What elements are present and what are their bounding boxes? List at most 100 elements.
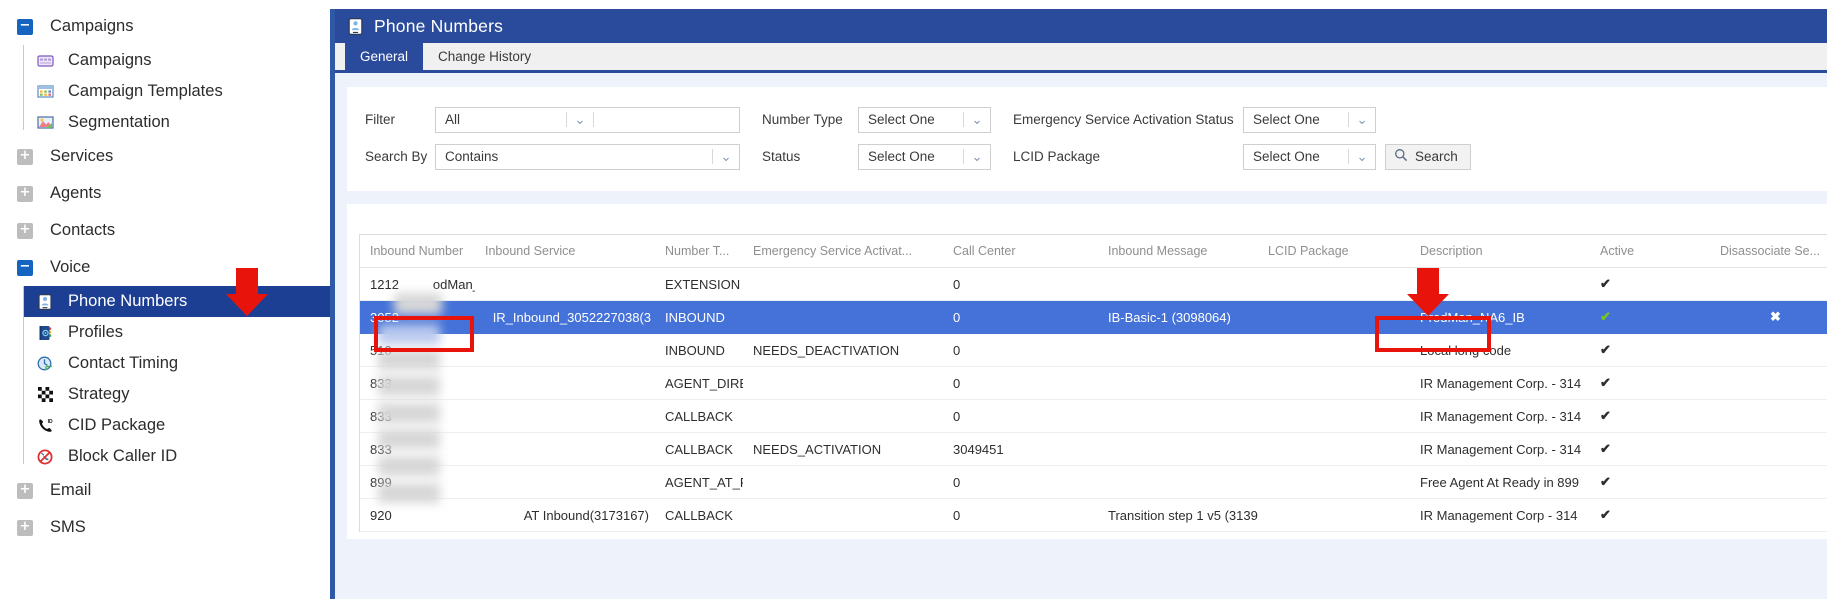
page-title: Phone Numbers (374, 15, 504, 36)
table-row[interactable]: 3052 IR_Inbound_3052227038(3 INBOUND 0 I… (360, 300, 1827, 334)
cell-description: Local long code (1410, 333, 1590, 367)
minus-icon[interactable]: − (17, 259, 33, 276)
cell-lcid-package (1258, 432, 1410, 466)
sidebar-group-agents[interactable]: + Agents (0, 175, 330, 212)
cell-description (1410, 267, 1590, 301)
lcid-package-select[interactable]: Select One ⌄ (1243, 143, 1376, 170)
search-button-label: Search (1415, 149, 1458, 164)
cell-disassociate[interactable] (1710, 432, 1827, 466)
table-row[interactable]: 833 CALLBACK NEEDS_ACTIVATION 3049451 IR… (360, 432, 1827, 466)
cell-active: ✔ (1590, 333, 1710, 367)
nav-group-voice: − Voice Phone Numbers Profiles Contact T… (0, 249, 330, 472)
filter-select[interactable]: All ⌄ (435, 106, 740, 133)
sidebar-group-contacts[interactable]: + Contacts (0, 212, 330, 249)
sidebar-item-label: Profiles (68, 323, 124, 341)
plus-icon[interactable]: + (17, 482, 33, 499)
cell-inbound-message (1098, 399, 1258, 433)
table-row[interactable]: 833 CALLBACK 0 IR Management Corp. - 314… (360, 399, 1827, 433)
cell-inbound-message: IB-Basic-1 (3098064) (1098, 300, 1258, 334)
sidebar-item-campaign-templates[interactable]: Campaign Templates (24, 76, 330, 107)
col-lcid-package[interactable]: LCID Package (1258, 235, 1410, 268)
filter-row-2: Search By Contains ⌄ Status Select One ⌄ (347, 138, 1827, 175)
col-active[interactable]: Active (1590, 235, 1710, 268)
table-row[interactable]: 510 INBOUND NEEDS_DEACTIVATION 0 Local l… (360, 333, 1827, 367)
col-disassociate[interactable]: Disassociate Se... (1710, 235, 1827, 268)
col-description[interactable]: Description (1410, 235, 1590, 268)
search-by-value: Contains (445, 149, 499, 164)
sidebar-item-label: Segmentation (68, 113, 170, 131)
cell-disassociate[interactable] (1710, 399, 1827, 433)
chevron-down-icon[interactable]: ⌄ (1349, 112, 1375, 128)
phone-card-icon (347, 17, 364, 35)
plus-icon[interactable]: + (17, 185, 33, 202)
sidebar-item-campaigns[interactable]: Campaigns (24, 45, 330, 76)
sidebar-group-voice[interactable]: − Voice (0, 249, 330, 286)
col-inbound-number[interactable]: Inbound Number (360, 235, 475, 268)
cell-disassociate[interactable] (1710, 498, 1827, 532)
chevron-down-icon[interactable]: ⌄ (567, 112, 593, 128)
chevron-down-icon[interactable]: ⌄ (964, 112, 990, 128)
search-button[interactable]: Search (1385, 143, 1471, 170)
tab-change-history[interactable]: Change History (423, 43, 546, 70)
cell-inbound-message (1098, 432, 1258, 466)
cell-disassociate[interactable] (1710, 267, 1827, 301)
cell-inbound-service: IR_Inbound_3052227038(3 (475, 300, 655, 334)
table-row[interactable]: 1212odMan_NA6 EXTENSION 0 ✔ (360, 267, 1827, 301)
plus-icon[interactable]: + (17, 519, 33, 536)
cell-lcid-package (1258, 333, 1410, 367)
plus-icon[interactable]: + (17, 222, 33, 239)
sidebar-group-sms[interactable]: + SMS (0, 509, 330, 546)
sidebar-item-segmentation[interactable]: Segmentation (24, 107, 330, 138)
table-row[interactable]: 833 AGENT_DIRE 0 IR Management Corp. - 3… (360, 366, 1827, 400)
cell-number-type: CALLBACK (655, 498, 743, 532)
nav-group-campaigns: − Campaigns Campaigns Campaign Templates (0, 8, 330, 138)
disassociate-button[interactable]: ✖ (1710, 300, 1827, 334)
sidebar-item-cid-package[interactable]: ID CID Package (24, 410, 330, 441)
col-emergency-status[interactable]: Emergency Service Activat... (743, 235, 943, 268)
sidebar-group-label: SMS (50, 518, 86, 536)
tab-general[interactable]: General (345, 43, 424, 70)
cell-description: ProdMan_NA6_IB (1410, 300, 1590, 334)
plus-icon[interactable]: + (17, 148, 33, 165)
col-number-type[interactable]: Number T... (655, 235, 743, 268)
sidebar-item-strategy[interactable]: Strategy (24, 379, 330, 410)
search-by-label: Search By (365, 149, 428, 164)
table-row[interactable]: 920 AT Inbound(3173167) CALLBACK 0 Trans… (360, 498, 1827, 532)
sidebar-group-services[interactable]: + Services (0, 138, 330, 175)
col-inbound-service[interactable]: Inbound Service (475, 235, 655, 268)
cell-inbound-message: Transition step 1 v5 (31397 (1098, 498, 1258, 532)
col-call-center[interactable]: Call Center (943, 235, 1098, 268)
table-row[interactable]: 899 AGENT_AT_R 0 Free Agent At Ready in … (360, 465, 1827, 499)
sidebar-group-label: Contacts (50, 221, 116, 239)
sidebar-group-email[interactable]: + Email (0, 472, 330, 509)
sidebar-group-label: Agents (50, 184, 102, 202)
cell-disassociate[interactable] (1710, 366, 1827, 400)
cell-disassociate[interactable] (1710, 465, 1827, 499)
filter-card: Filter All ⌄ Number Type Select One ⌄ Em… (347, 87, 1827, 191)
search-by-select[interactable]: Contains ⌄ (435, 143, 740, 170)
col-inbound-message[interactable]: Inbound Message (1098, 235, 1258, 268)
number-type-select[interactable]: Select One ⌄ (858, 106, 991, 133)
sidebar-item-contact-timing[interactable]: Contact Timing (24, 348, 330, 379)
filter-value: All (445, 112, 461, 127)
panel-body: Filter All ⌄ Number Type Select One ⌄ Em… (335, 73, 1827, 602)
lcid-package-value: Select One (1253, 149, 1320, 164)
chevron-down-icon[interactable]: ⌄ (964, 149, 990, 165)
minus-icon[interactable]: − (17, 18, 33, 35)
bottom-edge (0, 599, 1827, 605)
emergency-status-select[interactable]: Select One ⌄ (1243, 106, 1376, 133)
cell-inbound-service (475, 432, 655, 466)
cell-number-type: AGENT_AT_R (655, 465, 743, 499)
application-window: − Campaigns Campaigns Campaign Templates (0, 0, 1827, 605)
cell-inbound-number: 510 (360, 333, 475, 367)
status-select[interactable]: Select One ⌄ (858, 143, 991, 170)
sidebar-group-campaigns[interactable]: − Campaigns (0, 8, 330, 45)
sidebar-item-label: CID Package (68, 416, 166, 434)
sidebar-item-block-caller-id[interactable]: Block Caller ID (24, 441, 330, 472)
cell-disassociate[interactable] (1710, 333, 1827, 367)
sidebar-group-label: Campaigns (50, 17, 134, 35)
sidebar-item-profiles[interactable]: Profiles (24, 317, 330, 348)
chevron-down-icon[interactable]: ⌄ (713, 149, 739, 165)
sidebar-item-phone-numbers[interactable]: Phone Numbers (24, 286, 330, 317)
chevron-down-icon[interactable]: ⌄ (1349, 149, 1375, 165)
